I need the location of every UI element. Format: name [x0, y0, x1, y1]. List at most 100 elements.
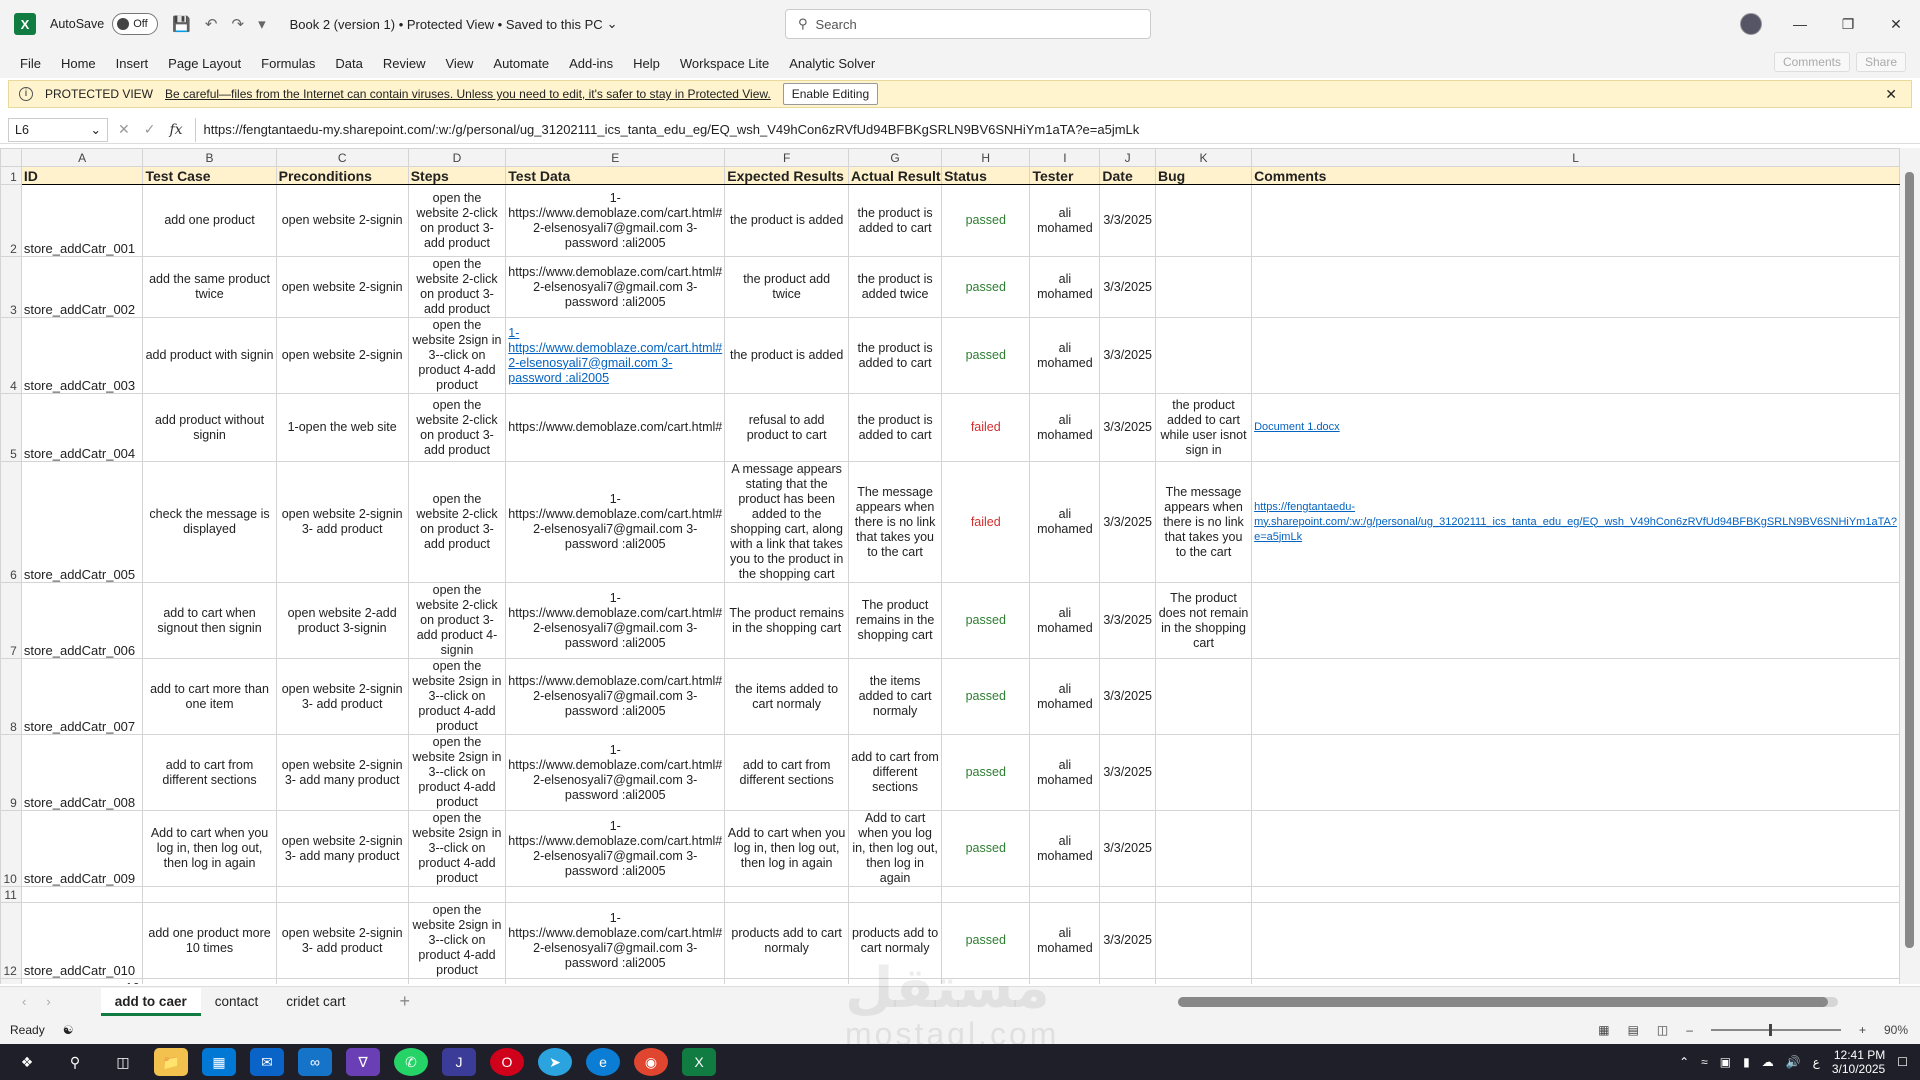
clock[interactable]: 12:41 PM 3/10/2025: [1832, 1048, 1885, 1076]
vertical-scrollbar[interactable]: [1900, 148, 1920, 984]
cell[interactable]: ali mohamed: [1029, 461, 1101, 583]
select-all-corner[interactable]: [0, 148, 22, 167]
header-cell[interactable]: Status: [941, 166, 1031, 185]
cell[interactable]: Document 1.docx: [1251, 393, 1900, 462]
cell[interactable]: the product is added: [724, 317, 850, 394]
cell[interactable]: add one product more 10 times: [142, 902, 277, 979]
enter-icon[interactable]: ✓: [144, 121, 156, 138]
chevron-up-icon[interactable]: ⌃: [1679, 1055, 1689, 1069]
network-icon[interactable]: ≈: [1701, 1055, 1708, 1069]
edge-icon[interactable]: e: [586, 1048, 620, 1076]
mail-icon[interactable]: ✉: [250, 1048, 284, 1076]
cell[interactable]: the product is added twice: [848, 256, 943, 318]
status-cell[interactable]: passed: [941, 317, 1031, 394]
cell[interactable]: The product does not remain in the shopp…: [1154, 582, 1253, 659]
column-header-F[interactable]: F: [724, 148, 850, 167]
column-header-L[interactable]: L: [1251, 148, 1900, 167]
cell[interactable]: 3/3/2025: [1099, 902, 1156, 979]
cell[interactable]: add one product: [142, 184, 277, 257]
status-cell[interactable]: failed: [941, 393, 1031, 462]
header-cell[interactable]: Bug: [1154, 166, 1253, 185]
column-header-K[interactable]: K: [1154, 148, 1253, 167]
status-cell[interactable]: passed: [941, 658, 1031, 735]
cell[interactable]: store_addCatr_009: [20, 810, 144, 887]
cell[interactable]: open the website 2sign in 3--click on pr…: [407, 317, 507, 394]
document-title[interactable]: Book 2 (version 1) • Protected View • Sa…: [290, 16, 618, 32]
opera-icon[interactable]: O: [490, 1048, 524, 1076]
volume-icon[interactable]: 🔊: [1786, 1055, 1801, 1069]
column-header-B[interactable]: B: [142, 148, 277, 167]
cell[interactable]: [724, 886, 850, 903]
store-icon[interactable]: ▦: [202, 1048, 236, 1076]
column-header-I[interactable]: I: [1029, 148, 1101, 167]
cell[interactable]: [724, 978, 850, 984]
column-header-D[interactable]: D: [407, 148, 507, 167]
header-cell[interactable]: Comments: [1251, 166, 1900, 185]
cell[interactable]: store_addCatr_010: [20, 902, 144, 979]
cell[interactable]: open the website 2-click on product 3-ad…: [407, 393, 507, 462]
cell[interactable]: products add to cart normaly: [724, 902, 850, 979]
cell[interactable]: https://www.demoblaze.com/cart.html# 2-e…: [505, 658, 726, 735]
cell[interactable]: [1154, 658, 1253, 735]
horizontal-scrollbar[interactable]: [1178, 997, 1838, 1007]
cell[interactable]: [407, 978, 507, 984]
sheet-tab[interactable]: contact: [201, 988, 273, 1016]
cell[interactable]: add product with signin: [142, 317, 277, 394]
language-icon[interactable]: ع: [1813, 1055, 1820, 1069]
cell[interactable]: The message appears when there is no lin…: [848, 461, 943, 583]
maximize-icon[interactable]: ❐: [1824, 0, 1872, 48]
accessibility-icon[interactable]: ☯: [63, 1023, 74, 1037]
zoom-in-icon[interactable]: +: [1859, 1023, 1866, 1037]
cell[interactable]: [142, 886, 277, 903]
cell[interactable]: [1251, 658, 1900, 735]
cell[interactable]: ali mohamed: [1029, 317, 1101, 394]
cell[interactable]: 1-https://www.demoblaze.com/cart.html# 2…: [505, 184, 726, 257]
header-cell[interactable]: Steps: [407, 166, 507, 185]
cell[interactable]: open the website 2sign in 3--click on pr…: [407, 810, 507, 887]
cell[interactable]: [1154, 184, 1253, 257]
cell[interactable]: check the message is displayed: [142, 461, 277, 583]
cell[interactable]: 1-https://www.demoblaze.com/cart.html# 2…: [505, 902, 726, 979]
prev-sheet-icon[interactable]: ‹: [22, 994, 26, 1009]
cell[interactable]: [1251, 256, 1900, 318]
cell[interactable]: open the website 2-click on product 3-ad…: [407, 582, 507, 659]
cell[interactable]: the product is added to cart: [848, 393, 943, 462]
ribbon-tab-add-ins[interactable]: Add-ins: [559, 56, 623, 71]
cell[interactable]: add to cart more than one item: [142, 658, 277, 735]
cell[interactable]: the product is added to cart: [848, 184, 943, 257]
cell[interactable]: [1251, 184, 1900, 257]
visual-studio-icon[interactable]: ∇: [346, 1048, 380, 1076]
cell[interactable]: [275, 886, 409, 903]
cell[interactable]: ali mohamed: [1029, 184, 1101, 257]
column-header-C[interactable]: C: [275, 148, 409, 167]
header-cell[interactable]: Test Case: [142, 166, 277, 185]
cell[interactable]: 3/3/2025: [1099, 256, 1156, 318]
cell[interactable]: [142, 978, 277, 984]
cell[interactable]: open the website 2-click on product 3-ad…: [407, 461, 507, 583]
cell[interactable]: 1-https://www.demoblaze.com/cart.html# 2…: [505, 317, 726, 394]
cell[interactable]: Add to cart when you log in, then log ou…: [142, 810, 277, 887]
cell[interactable]: 3/3/2025: [1099, 810, 1156, 887]
cell[interactable]: [1251, 886, 1900, 903]
cell[interactable]: [1154, 317, 1253, 394]
cell[interactable]: https://www.demoblaze.com/cart.html# 2-e…: [505, 256, 726, 318]
enable-editing-button[interactable]: Enable Editing: [782, 83, 879, 105]
cell[interactable]: Add to cart when you log in, then log ou…: [724, 810, 850, 887]
cell[interactable]: https://fengtantaedu-my.sharepoint.com/:…: [1251, 461, 1900, 583]
redo-icon[interactable]: ↷: [231, 15, 244, 33]
cell[interactable]: open website 2-add product 3-signin: [275, 582, 409, 659]
ribbon-tab-automate[interactable]: Automate: [483, 56, 559, 71]
search-icon[interactable]: ⚲: [58, 1048, 92, 1076]
cell[interactable]: ali mohamed: [1029, 582, 1101, 659]
cell[interactable]: https://www.demoblaze.com/cart.html#: [505, 393, 726, 462]
cell[interactable]: 3/3/2025: [1099, 393, 1156, 462]
status-cell[interactable]: passed: [941, 734, 1031, 811]
cell[interactable]: [407, 886, 507, 903]
add-sheet-icon[interactable]: +: [400, 991, 411, 1012]
cell[interactable]: 3/3/2025: [1099, 582, 1156, 659]
cancel-icon[interactable]: ✕: [118, 121, 130, 138]
header-cell[interactable]: Tester: [1029, 166, 1101, 185]
next-sheet-icon[interactable]: ›: [46, 994, 50, 1009]
cell[interactable]: store_addCatr_005: [20, 461, 144, 583]
spreadsheet-grid[interactable]: ABCDEFGHIJKL 1 ID Test Case Preconditions St…: [0, 148, 1900, 984]
